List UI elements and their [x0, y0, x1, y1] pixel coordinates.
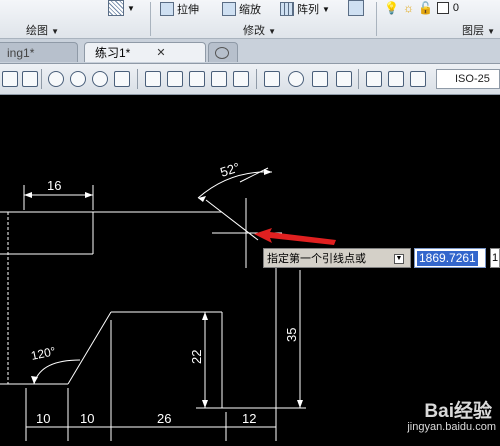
- arrowhead: [297, 400, 303, 408]
- jogged-linear-icon[interactable]: [336, 71, 352, 87]
- prompt-text: 指定第一个引线点或: [267, 253, 366, 265]
- angular-icon[interactable]: [114, 71, 130, 87]
- continue-icon[interactable]: [189, 71, 205, 87]
- array-label: 阵列: [297, 4, 319, 16]
- panel-modify-label: 修改: [243, 25, 265, 37]
- dimension-break-icon[interactable]: [233, 71, 249, 87]
- arrowhead: [264, 169, 272, 175]
- scale-icon: [222, 2, 236, 16]
- scale-button[interactable]: 缩放: [222, 1, 261, 17]
- drawing-svg: 16 52° 120° 35 22 10 10 26 12: [0, 160, 336, 441]
- layer-name: 0: [452, 2, 460, 14]
- close-icon[interactable]: ✕: [156, 46, 165, 59]
- dim-text-52deg: 52°: [218, 160, 241, 180]
- hatch-icon: [108, 0, 124, 16]
- hatch-tool-button[interactable]: ▼: [108, 0, 135, 16]
- layer-controls[interactable]: 💡 ☼ 🔓 0: [384, 1, 459, 15]
- chevron-down-icon: ▼: [268, 27, 276, 36]
- chevron-down-icon: ▼: [51, 27, 59, 36]
- arrowhead: [31, 376, 38, 384]
- arrowhead: [202, 400, 208, 408]
- panel-layers[interactable]: 图层 ▼: [462, 22, 495, 38]
- panel-modify[interactable]: 修改 ▼: [243, 22, 276, 38]
- dim-text-35: 35: [284, 328, 299, 342]
- panel-layers-label: 图层: [462, 25, 484, 37]
- array-icon: [280, 2, 294, 16]
- file-tab-bar: ing1* 练习1* ✕: [0, 39, 500, 64]
- diameter-icon[interactable]: [92, 71, 108, 87]
- dimension-text-edit-icon[interactable]: [388, 71, 404, 87]
- color-swatch-icon: [436, 2, 449, 14]
- dropdown-icon: ▼: [127, 3, 135, 13]
- dynamic-input-field-2[interactable]: 1: [490, 248, 500, 268]
- ribbon: ▼ 拉伸 缩放 阵列 ▼ 💡 ☼ 🔓 0 绘图 ▼ 修改 ▼ 图层 ▼: [0, 0, 500, 39]
- angle-line: [205, 199, 259, 241]
- stretch-label: 拉伸: [177, 4, 199, 16]
- panel-draw-label: 绘图: [26, 25, 48, 37]
- tab-label: ing1*: [7, 45, 35, 60]
- dim-text-10a: 10: [36, 411, 50, 426]
- angle-arc: [33, 359, 81, 385]
- divider: [256, 69, 257, 89]
- new-tab-button[interactable]: [208, 42, 238, 62]
- new-tab-icon: [215, 46, 229, 59]
- watermark-brand: Bai经验: [424, 401, 492, 422]
- divider: [358, 69, 359, 89]
- panel-draw[interactable]: 绘图 ▼: [26, 22, 59, 38]
- lock-icon: 🔓: [417, 1, 433, 15]
- dim-text-12: 12: [242, 411, 256, 426]
- center-mark-icon[interactable]: [288, 71, 304, 87]
- drawing-canvas[interactable]: 16 52° 120° 35 22 10 10 26 12: [0, 95, 500, 441]
- divider: [137, 69, 138, 89]
- dimension-update-icon[interactable]: [410, 71, 426, 87]
- dynamic-input-field[interactable]: 1869.7261: [414, 248, 486, 268]
- tab-label: 练习1*: [95, 46, 131, 60]
- dim-text-26: 26: [157, 411, 171, 426]
- dim-text-120deg: 120°: [30, 344, 57, 363]
- tab-drawing1[interactable]: ing1*: [0, 42, 78, 62]
- dynamic-input-value: 1869.7261: [417, 251, 478, 266]
- dim-text-16: 16: [47, 178, 61, 193]
- angle-line: [239, 167, 269, 183]
- array-button[interactable]: 阵列 ▼: [280, 1, 330, 17]
- match-properties-icon: [348, 0, 364, 16]
- dim-text-10b: 10: [80, 411, 94, 426]
- baidu-watermark: Bai经验 jingyan.baidu.com: [384, 396, 500, 441]
- stretch-button[interactable]: 拉伸: [160, 1, 199, 17]
- scale-label: 缩放: [239, 4, 261, 16]
- radius-icon[interactable]: [48, 71, 64, 87]
- arrowhead: [85, 192, 93, 198]
- dimension-toolbar: ISO-25: [0, 64, 500, 95]
- divider: [376, 2, 377, 36]
- chevron-down-icon: ▼: [487, 27, 495, 36]
- tolerance-icon[interactable]: [264, 71, 280, 87]
- baseline-icon[interactable]: [167, 71, 183, 87]
- prompt-options-dropdown[interactable]: ▼: [394, 254, 404, 264]
- inspection-icon[interactable]: [312, 71, 328, 87]
- match-properties-button[interactable]: [348, 0, 364, 16]
- dimension-style-select[interactable]: ISO-25: [436, 69, 500, 89]
- array-dropdown-icon: ▼: [322, 4, 330, 14]
- red-annotation-arrow-icon: [254, 228, 336, 245]
- dimension-space-icon[interactable]: [211, 71, 227, 87]
- sun-icon: ☼: [402, 1, 414, 15]
- arc-length-icon[interactable]: [2, 71, 18, 87]
- watermark-url: jingyan.baidu.com: [407, 421, 496, 433]
- lightbulb-icon: 💡: [384, 1, 399, 15]
- stretch-icon: [160, 2, 174, 16]
- arrowhead: [24, 192, 32, 198]
- arrowhead: [202, 312, 208, 320]
- tab-exercise1[interactable]: 练习1* ✕: [84, 42, 206, 62]
- dimension-edit-icon[interactable]: [366, 71, 382, 87]
- divider: [150, 2, 151, 36]
- ordinate-icon[interactable]: [22, 71, 38, 87]
- drawing-line: [67, 311, 112, 385]
- dim-text-22: 22: [189, 350, 204, 364]
- dynamic-input-prompt: 指定第一个引线点或: [263, 248, 411, 268]
- dimension-style-value: ISO-25: [455, 73, 490, 85]
- dynamic-input-value-2: 1: [492, 252, 499, 264]
- quick-dimension-icon[interactable]: [145, 71, 161, 87]
- divider: [41, 69, 42, 89]
- jogged-icon[interactable]: [70, 71, 86, 87]
